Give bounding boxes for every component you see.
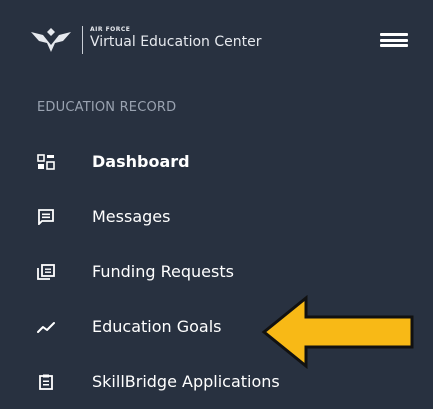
- sidebar-item-funding-requests[interactable]: Funding Requests: [0, 252, 433, 292]
- trend-line-icon: [37, 322, 55, 333]
- clipboard-icon: [39, 374, 53, 390]
- sidebar-item-messages[interactable]: Messages: [0, 197, 433, 237]
- air-force-wings-icon: [31, 28, 71, 52]
- sidebar-item-label: Funding Requests: [92, 262, 234, 281]
- sidebar-header: AIR FORCE Virtual Education Center: [0, 0, 433, 82]
- copy-document-icon: [37, 264, 55, 280]
- dashboard-grid-icon: [37, 154, 55, 170]
- sidebar-item-label: Dashboard: [92, 152, 190, 171]
- hamburger-menu-button[interactable]: [380, 33, 408, 47]
- sidebar-item-label: Education Goals: [92, 317, 222, 336]
- pointer-arrow-shape: [261, 295, 414, 369]
- brand-title[interactable]: Virtual Education Center: [90, 34, 261, 50]
- sidebar-item-label: Messages: [92, 207, 171, 226]
- message-icon: [38, 209, 54, 225]
- sidebar-item-dashboard[interactable]: Dashboard: [0, 142, 433, 182]
- logo-divider: [82, 26, 83, 54]
- brand-subtitle: AIR FORCE: [90, 26, 131, 33]
- sidebar-item-label: SkillBridge Applications: [92, 372, 280, 391]
- section-title: EDUCATION RECORD: [37, 100, 177, 115]
- pointer-arrow-icon: [261, 295, 414, 369]
- hamburger-menu-icon: [380, 33, 408, 36]
